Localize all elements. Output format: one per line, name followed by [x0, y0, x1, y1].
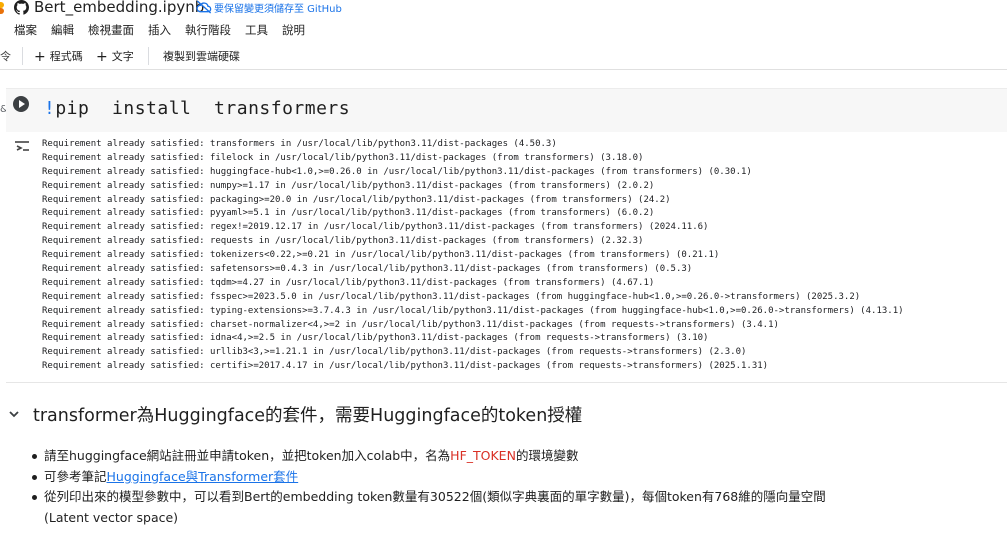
- output-line: Requirement already satisfied: typing-ex…: [42, 305, 904, 316]
- menu-view[interactable]: 檢視畫面: [88, 22, 134, 38]
- list-item: 從列印出來的模型參數中，可以看到Bert的embedding token數量有3…: [30, 487, 830, 528]
- output-line: Requirement already satisfied: regex!=20…: [42, 222, 709, 233]
- menu-help[interactable]: 說明: [282, 22, 305, 38]
- output-line: Requirement already satisfied: urllib3<3…: [42, 347, 747, 358]
- output-line: Requirement already satisfied: fsspec>=2…: [42, 291, 861, 302]
- menu-edit[interactable]: 編輯: [51, 22, 74, 38]
- toolbar: 令 + 程式碼 + 文字 複製到雲端硬碟: [0, 44, 1007, 68]
- menu-tools[interactable]: 工具: [245, 22, 268, 38]
- code-text: pip install transformers: [55, 98, 351, 119]
- output-line: Requirement already satisfied: packaging…: [42, 194, 671, 205]
- code-editor[interactable]: !pip install transformers: [44, 98, 350, 119]
- menu-bar: 檔案 編輯 檢視畫面 插入 執行階段 工具 說明: [14, 22, 319, 38]
- colab-logo[interactable]: [0, 2, 6, 14]
- add-text-label: 文字: [111, 50, 134, 63]
- output-text: Requirement already satisfied: transform…: [42, 138, 904, 374]
- bullet3-text: 從列印出來的模型參數中，可以看到Bert的embedding token數量有3…: [44, 489, 826, 525]
- plus-icon: +: [34, 49, 46, 65]
- github-icon: [14, 0, 29, 15]
- cloud-off-icon[interactable]: [196, 0, 212, 14]
- section-heading: transformer為Huggingface的套件，需要Huggingface…: [33, 406, 583, 426]
- output-line: Requirement already satisfied: transform…: [42, 139, 557, 149]
- output-line: Requirement already satisfied: tokenizer…: [42, 250, 720, 261]
- add-code-button[interactable]: + 程式碼: [34, 48, 83, 65]
- output-line: Requirement already satisfied: certifi>=…: [42, 361, 769, 372]
- output-line: Requirement already satisfied: pyyaml>=5…: [42, 208, 655, 219]
- output-line: Requirement already satisfied: idna<4,>=…: [42, 333, 709, 344]
- output-line: Requirement already satisfied: charset-n…: [42, 319, 779, 330]
- run-cell-button[interactable]: [13, 96, 29, 112]
- output-line: Requirement already satisfied: huggingfa…: [42, 166, 752, 177]
- output-line: Requirement already satisfied: safetenso…: [42, 264, 693, 275]
- toolbar-divider: [148, 47, 149, 65]
- output-line: Requirement already satisfied: numpy>=1.…: [42, 180, 655, 191]
- output-line: Requirement already satisfied: filelock …: [42, 152, 644, 163]
- markdown-bullets: 請至huggingface網站註冊並申請token，並把token加入colab…: [30, 446, 830, 528]
- list-item: 可參考筆記Huggingface與Transformer套件: [30, 467, 830, 488]
- copy-to-drive-button[interactable]: 複製到雲端硬碟: [163, 48, 240, 64]
- list-item: 請至huggingface網站註冊並申請token，並把token加入colab…: [30, 446, 830, 467]
- bullet1-text-end: 的環境變數: [515, 448, 579, 463]
- save-to-github-link[interactable]: 要保留變更須儲存至 GitHub: [214, 0, 342, 15]
- output-toggle-icon[interactable]: [14, 140, 32, 154]
- notes-link[interactable]: Huggingface與Transformer套件: [107, 469, 299, 484]
- toolbar-divider-line: [0, 69, 1007, 70]
- menu-insert[interactable]: 插入: [148, 22, 171, 38]
- menu-file[interactable]: 檔案: [14, 22, 37, 38]
- plus-icon: +: [96, 49, 108, 65]
- add-code-label: 程式碼: [49, 50, 83, 63]
- add-text-button[interactable]: + 文字: [96, 48, 134, 65]
- bullet2-text: 可參考筆記: [44, 468, 107, 484]
- notebook-title[interactable]: Bert_embedding.ipynb: [34, 0, 204, 16]
- toolbar-divider: [22, 47, 23, 65]
- chevron-down-icon[interactable]: [8, 408, 20, 420]
- hf-token-code: HF_TOKEN: [450, 448, 516, 463]
- output-line: Requirement already satisfied: tqdm>=4.2…: [42, 277, 655, 288]
- code-bang: !: [44, 98, 56, 119]
- menu-runtime[interactable]: 執行階段: [185, 22, 231, 38]
- command-palette-button[interactable]: 令: [0, 48, 11, 64]
- output-line: Requirement already satisfied: requests …: [42, 236, 644, 247]
- top-bar: Bert_embedding.ipynb 要保留變更須儲存至 GitHub: [0, 0, 1007, 16]
- bullet1-text: 請至huggingface網站註冊並申請token，並把token加入colab…: [44, 448, 451, 463]
